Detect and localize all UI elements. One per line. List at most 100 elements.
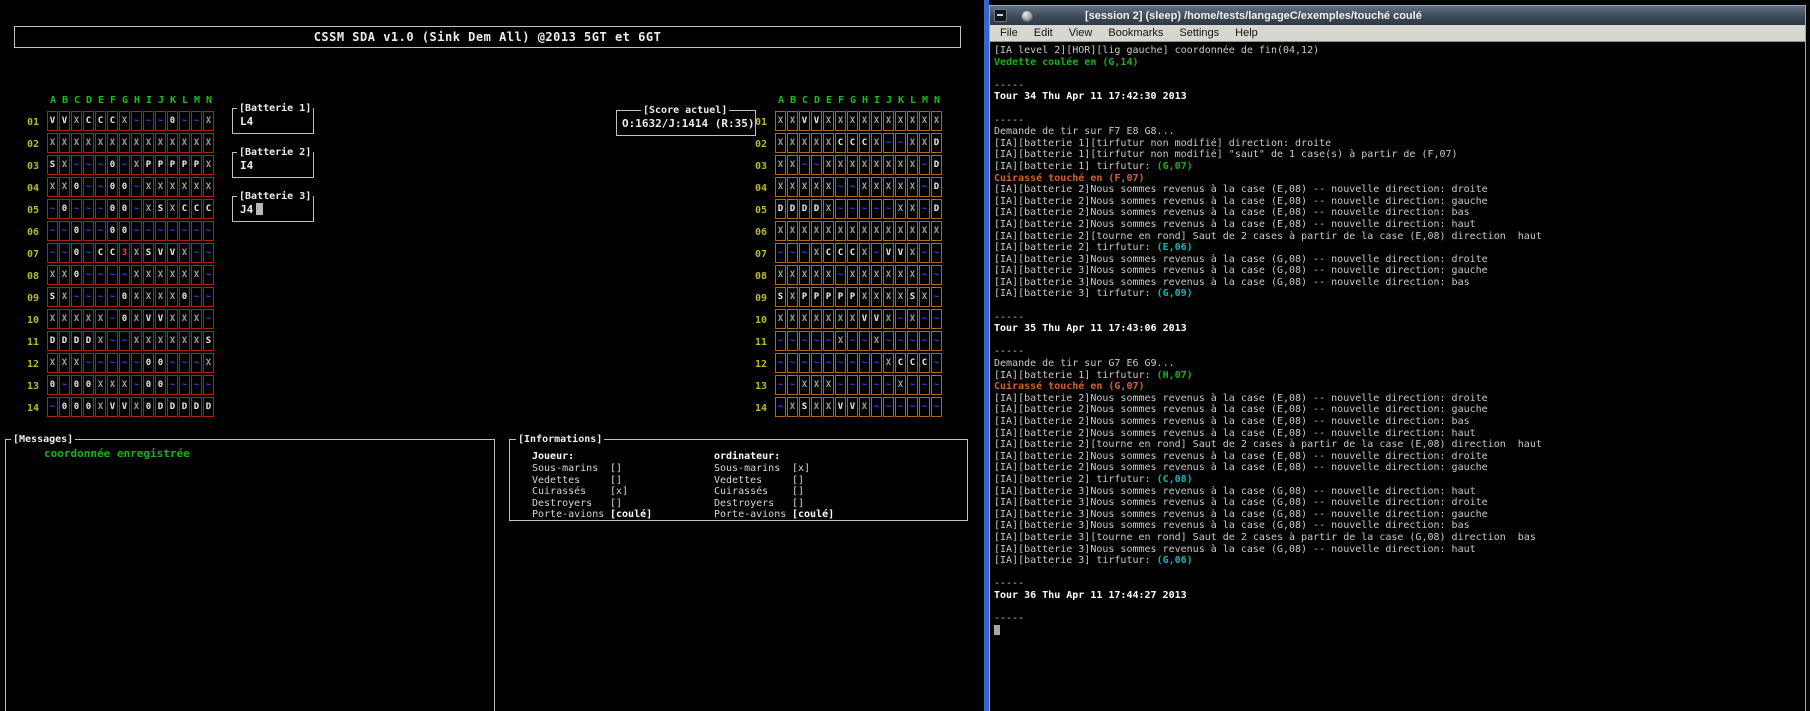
grid-cell: D <box>167 397 178 417</box>
grid-cell: C <box>823 243 834 263</box>
grid-cell: X <box>799 221 810 241</box>
grid-cell: ~ <box>871 353 882 373</box>
menu-file[interactable]: File <box>992 27 1026 39</box>
grid-cell: 0 <box>179 287 190 307</box>
menu-settings[interactable]: Settings <box>1171 27 1227 39</box>
grid-cell: D <box>47 331 58 351</box>
grid-cell: ~ <box>155 111 166 131</box>
menu-edit[interactable]: Edit <box>1026 27 1061 39</box>
grid-cell: ~ <box>847 177 858 197</box>
grid-cell: X <box>775 177 786 197</box>
menu-help[interactable]: Help <box>1227 27 1266 39</box>
grid-cell: ~ <box>871 199 882 219</box>
grid-cell: 0 <box>119 221 130 241</box>
grid-cell: X <box>47 309 58 329</box>
score-box: [Score actuel] O:1632/J:1414 (R:35) <box>616 110 756 136</box>
grid-row: 03SX~~~0~XPPPPPX <box>27 155 215 177</box>
menu-view[interactable]: View <box>1061 27 1101 39</box>
grid-cell: X <box>907 265 918 285</box>
grid-cell: V <box>847 397 858 417</box>
grid-header-row: ABCDEFGHIJKLMN <box>755 95 943 108</box>
grid-cell: ~ <box>95 265 106 285</box>
grid-cell: X <box>931 111 942 131</box>
grid-cell: X <box>895 221 906 241</box>
terminal-text: [IA][batterie 3][tourne en rond] Saut de… <box>994 532 1536 543</box>
grid-cell: X <box>871 111 882 131</box>
grid-cell: X <box>775 265 786 285</box>
row-label: 01 <box>755 111 775 133</box>
grid-cell: 0 <box>59 199 70 219</box>
grid-cell: X <box>847 265 858 285</box>
fleet-status-item: Destroyers[] <box>532 498 714 509</box>
battery-box-1[interactable]: [Batterie 1]L4 <box>232 108 314 134</box>
terminal-text: Cuirassé touché en (G,07) <box>994 381 1145 392</box>
grid-cell: S <box>907 287 918 307</box>
terminal-line: [IA][batterie 3]Nous sommes revenus à la… <box>994 520 1805 532</box>
row-label: 07 <box>27 243 47 265</box>
grid-cell: X <box>811 221 822 241</box>
grid-cell: X <box>143 265 154 285</box>
grid-cell: 0 <box>119 287 130 307</box>
row-label: 07 <box>755 243 775 265</box>
grid-cell: ~ <box>931 353 942 373</box>
terminal-output[interactable]: [IA level 2][HOR][lig gauche] coordonnée… <box>990 42 1805 711</box>
menu-bookmarks[interactable]: Bookmarks <box>1100 27 1171 39</box>
grid-cell: X <box>203 155 214 175</box>
grid-cell: 0 <box>71 375 82 395</box>
grid-cell: X <box>167 309 178 329</box>
grid-cell: ~ <box>775 375 786 395</box>
grid-cell: X <box>167 331 178 351</box>
grid-cell: 0 <box>119 309 130 329</box>
terminal-line: Tour 36 Thu Apr 11 17:44:27 2013 <box>994 590 1805 602</box>
terminal-text: Vedette coulée en (G,14) <box>994 57 1139 68</box>
column-label: A <box>47 95 59 108</box>
grid-cell: X <box>823 375 834 395</box>
row-label: 11 <box>755 331 775 353</box>
grid-corner <box>27 95 47 108</box>
row-label: 05 <box>755 199 775 221</box>
grid-cell: 0 <box>71 265 82 285</box>
terminal-text: [IA][batterie 2]Nous sommes revenus à la… <box>994 219 1476 230</box>
terminal-text: ----- <box>994 346 1024 357</box>
grid-row: 06~~0~~00~~~~~~~ <box>27 221 215 243</box>
column-label: B <box>787 95 799 108</box>
window-titlebar[interactable]: [session 2] (sleep) /home/tests/langageC… <box>990 6 1805 25</box>
terminal-text: (G,07) <box>1157 161 1193 172</box>
battery-box-2[interactable]: [Batterie 2]I4 <box>232 152 314 178</box>
grid-cell: ~ <box>203 287 214 307</box>
battery-boxes: [Batterie 1]L4 [Batterie 2]I4 [Batterie 3]… <box>232 108 322 240</box>
row-label: 14 <box>27 397 47 419</box>
terminal-line: [IA][batterie 3][tourne en rond] Saut de… <box>994 532 1805 544</box>
grid-cell: X <box>811 265 822 285</box>
terminal-line: [IA][batterie 2]Nous sommes revenus à la… <box>994 416 1805 428</box>
grid-cell: X <box>131 155 142 175</box>
ship-status: [coulé] <box>792 509 834 520</box>
grid-cell: ~ <box>179 375 190 395</box>
grid-cell: X <box>823 177 834 197</box>
grid-cell: ~ <box>47 221 58 241</box>
column-label: M <box>919 95 931 108</box>
ship-type-label: Porte-avions <box>714 509 792 520</box>
grid-cell: ~ <box>131 221 142 241</box>
terminal-line: [IA][batterie 1] tirfutur: (G,07) <box>994 161 1805 173</box>
window-icon[interactable] <box>994 9 1007 22</box>
player-grid: ABCDEFGHIJKLMN01VVXCCCX~~~0~~X02XXXXXXXX… <box>27 95 215 419</box>
grid-cell: X <box>883 177 894 197</box>
column-label: G <box>847 95 859 108</box>
grid-cell: C <box>859 133 870 153</box>
grid-cell: ~ <box>895 331 906 351</box>
terminal-text: Tour 36 Thu Apr 11 17:44:27 2013 <box>994 590 1187 601</box>
row-label: 01 <box>27 111 47 133</box>
grid-cell: X <box>191 133 202 153</box>
grid-cell: 0 <box>59 397 70 417</box>
column-label: H <box>131 95 143 108</box>
terminal-line: Cuirassé touché en (G,07) <box>994 381 1805 393</box>
terminal-text: [IA][batterie 2][tourne en rond] Saut de… <box>994 439 1542 450</box>
grid-cell: ~ <box>835 375 846 395</box>
battery-box-3[interactable]: [Batterie 3]J4 <box>232 196 314 222</box>
ship-type-label: Vedettes <box>714 475 792 486</box>
column-label: E <box>823 95 835 108</box>
sticky-button[interactable] <box>1021 10 1033 22</box>
terminal-line: ----- <box>994 115 1805 127</box>
row-label: 06 <box>755 221 775 243</box>
